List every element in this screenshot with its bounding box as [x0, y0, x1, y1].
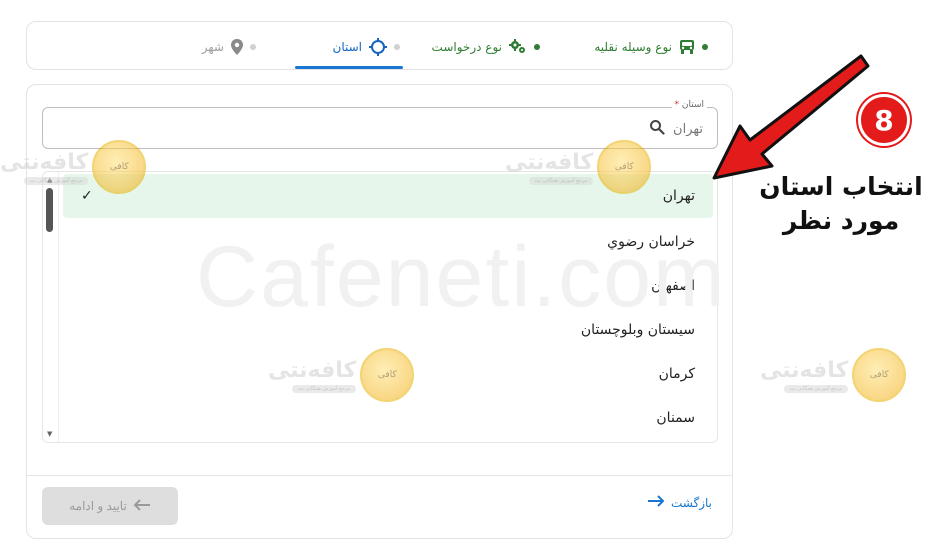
step-done-dot	[534, 43, 540, 50]
field-value-wrap: تهران	[649, 119, 703, 139]
province-input-value: تهران	[673, 121, 703, 137]
confirm-continue-button[interactable]: تایید و ادامه	[42, 487, 178, 525]
province-option-isfahan[interactable]: اصفهان	[63, 264, 713, 308]
step-done-dot	[702, 43, 708, 50]
watermark-logo-word: کافه‌نتی	[760, 357, 849, 383]
list-scrollbar[interactable]: ▲ ▼	[43, 172, 59, 442]
option-label: تهران	[662, 188, 695, 204]
crosshair-icon	[368, 37, 388, 57]
gears-icon	[508, 38, 528, 55]
active-step-indicator	[295, 66, 403, 69]
step-vehicle-type[interactable]: نوع وسیله نقلیه	[594, 22, 708, 71]
step-city[interactable]: شهر	[202, 22, 256, 71]
province-options-list[interactable]: ▲ ▼ ✓ تهران خراسان رضوي اصفهان سیستان وب…	[42, 171, 718, 443]
arrow-right-icon	[647, 495, 665, 510]
arrow-left-icon	[133, 498, 151, 514]
option-label: سمنان	[656, 410, 695, 426]
back-button-label: بازگشت	[671, 495, 712, 510]
step-label: نوع وسیله نقلیه	[594, 39, 672, 54]
car-icon	[678, 39, 696, 55]
option-label: کرمان	[658, 366, 695, 382]
watermark-logo-tagline: مرجع آموزش همگانی نت	[783, 384, 849, 393]
province-option-khorasan-razavi[interactable]: خراسان رضوي	[63, 220, 713, 264]
search-icon	[649, 119, 665, 139]
watermark-coin-icon: کافی	[852, 348, 907, 402]
annotation-line-1: انتخاب استان	[759, 172, 923, 201]
province-option-kerman[interactable]: کرمان	[63, 352, 713, 396]
province-search-field[interactable]: استان * تهران	[42, 100, 718, 149]
province-option-semnan[interactable]: سمنان	[63, 396, 713, 440]
step-label: استان	[332, 39, 362, 54]
watermark-logo: کافه‌نتی مرجع آموزش همگانی نت کافی	[760, 348, 907, 402]
option-label: اصفهان	[651, 278, 695, 294]
confirm-button-label: تایید و ادامه	[69, 499, 127, 513]
province-option-tehran[interactable]: ✓ تهران	[63, 174, 713, 218]
step-label: شهر	[201, 39, 224, 54]
scroll-down-icon[interactable]: ▼	[47, 430, 52, 438]
map-pin-icon	[230, 38, 244, 56]
province-selection-card: استان * تهران ▲ ▼ ✓ تهران خراسان رضوي اص…	[26, 84, 733, 539]
stepper-bar: نوع وسیله نقلیه نوع درخواست استان شهر	[26, 21, 733, 70]
footer-divider	[27, 475, 732, 476]
annotation-caption: انتخاب استان مورد نظر	[755, 170, 927, 238]
step-dot	[250, 43, 256, 50]
required-mark: *	[674, 100, 680, 110]
province-option-sistan-baluchestan[interactable]: سیستان وبلوچستان	[63, 308, 713, 352]
option-label: سیستان وبلوچستان	[580, 322, 695, 338]
step-request-type[interactable]: نوع درخواست	[432, 22, 540, 71]
step-dot	[394, 43, 400, 50]
annotation-line-2: مورد نظر	[782, 206, 900, 235]
checkmark-icon: ✓	[81, 188, 93, 204]
back-button[interactable]: بازگشت	[647, 495, 712, 510]
step-province[interactable]: استان	[333, 22, 400, 71]
scroll-up-icon[interactable]: ▲	[47, 176, 52, 184]
option-label: خراسان رضوي	[607, 234, 695, 250]
watermark-coin-text: کافی	[869, 370, 889, 380]
step-label: نوع درخواست	[431, 39, 502, 54]
annotation-step-badge: 8	[858, 94, 910, 146]
scrollbar-thumb[interactable]	[46, 188, 53, 232]
